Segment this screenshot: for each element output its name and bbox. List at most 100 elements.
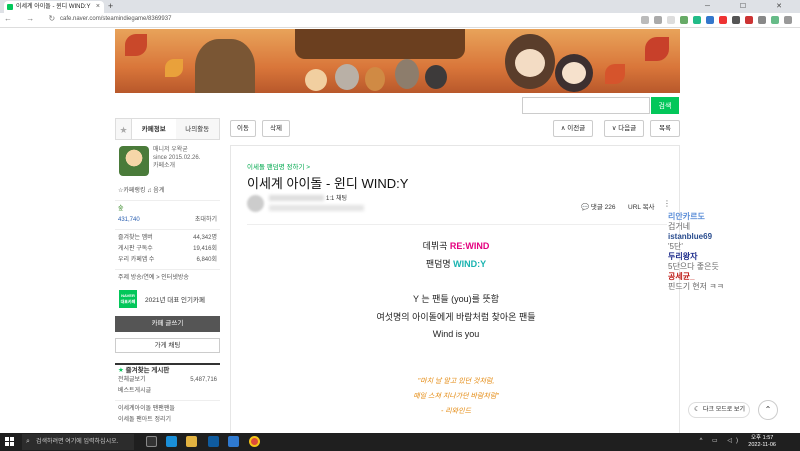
move-button[interactable]: 이동 xyxy=(230,120,256,137)
tab-my-activity[interactable]: 나의활동 xyxy=(176,119,220,139)
cafe-search-input[interactable] xyxy=(522,97,650,114)
animal-character xyxy=(335,64,359,90)
dark-mode-button[interactable]: ☾ 다크 모드로 보기 xyxy=(688,402,750,418)
extension-icon[interactable] xyxy=(745,16,753,24)
favorite-boards-header: ★ 즐겨찾는 게시판 xyxy=(115,363,220,375)
cafe-chat-button[interactable]: 가게 채팅 xyxy=(115,338,220,353)
windows-taskbar: ⌕ 검색하려면 여기에 입력하십시오. ^ ▭ ◁) 오후 1:57 2022-… xyxy=(0,433,800,451)
author-avatar[interactable] xyxy=(247,195,264,212)
menu-icon[interactable] xyxy=(784,16,792,24)
extensions-puzzle-icon[interactable] xyxy=(758,16,766,24)
body-text-line: Y 는 팬들 (you)를 뜻함 xyxy=(412,294,500,304)
article-panel: 이세돌 팬덤명 정하기 > 이세계 아이돌 - 윈디 WIND:Y 1:1 채팅… xyxy=(230,145,680,445)
debut-song-value: RE:WIND xyxy=(449,241,490,251)
character-illustration xyxy=(195,39,255,93)
comment-count-link[interactable]: 💬 댓글 226 xyxy=(581,201,616,211)
chat-message: '5단' xyxy=(668,242,683,251)
extension-icon[interactable] xyxy=(732,16,740,24)
members-count: 431,740 xyxy=(118,217,140,223)
browser-tab[interactable]: 이세계 아이돌 - 윈디 WIND:Y × xyxy=(4,1,104,13)
author-name[interactable] xyxy=(269,195,324,201)
chat-username: 공세균_ xyxy=(668,272,695,281)
windows-start-icon[interactable] xyxy=(5,437,15,447)
file-explorer-icon[interactable] xyxy=(186,436,197,447)
article-toolbar: 이동 삭제 ∧ 이전글 ∨ 다음글 목록 xyxy=(230,120,680,138)
chat-username: 리안카르도 xyxy=(668,212,705,221)
cafe-intro-link[interactable]: 카페소개 xyxy=(153,162,200,170)
cafe-thumbnail[interactable] xyxy=(119,146,149,176)
scroll-top-button[interactable]: ⌃ xyxy=(758,400,778,420)
extension-icon[interactable] xyxy=(706,16,714,24)
url-copy-button[interactable]: URL 복사 xyxy=(628,201,655,211)
share-icon[interactable] xyxy=(654,16,662,24)
quote-line: "마치 날 알고 있던 것처럼, xyxy=(417,378,495,385)
leaf-decoration xyxy=(125,34,147,56)
app-icon[interactable] xyxy=(228,436,239,447)
post-meta xyxy=(269,205,364,211)
nav-buttons[interactable]: ← → ↻ xyxy=(4,14,61,23)
tab-cafe-info[interactable]: 카페정보 xyxy=(132,119,176,139)
edge-icon[interactable] xyxy=(166,436,177,447)
debut-song-line: 데뷔곡 RE:WIND xyxy=(422,241,490,251)
extension-icon[interactable] xyxy=(719,16,727,24)
taskbar-clock[interactable]: 오후 1:57 2022-11-06 xyxy=(748,435,776,449)
naver-badge-icon: NAVER 대표카페 xyxy=(119,290,137,308)
search-button[interactable]: 검색 xyxy=(651,97,679,114)
monkey-face xyxy=(515,49,545,77)
board-link-fan[interactable]: 이세계아이돌 팬팬팬들 xyxy=(115,404,220,415)
extension-icon[interactable] xyxy=(693,16,701,24)
bookmark-star-icon[interactable] xyxy=(667,16,675,24)
fandom-name-value: WIND:Y xyxy=(453,259,487,269)
profile-avatar-icon[interactable] xyxy=(771,16,779,24)
animal-character xyxy=(395,59,419,89)
write-post-button[interactable]: 카페 글쓰기 xyxy=(115,316,220,332)
leaf-decoration xyxy=(605,64,625,84)
url-field[interactable]: cafe.naver.com/steamindiegame/8369937 xyxy=(60,16,171,22)
system-tray[interactable]: ^ ▭ ◁) xyxy=(700,437,742,444)
sidebar-tabs: ★ 카페정보 나의활동 xyxy=(115,118,220,140)
window-controls[interactable]: ─ ☐ ✕ xyxy=(705,0,796,13)
board-link-best[interactable]: 베스트게시글 xyxy=(115,386,220,397)
leaf-decoration xyxy=(165,59,183,77)
animal-character xyxy=(425,65,447,89)
browser-tab-bar: 이세계 아이돌 - 윈디 WIND:Y × + ─ ☐ ✕ xyxy=(0,0,800,13)
cafe-ranking-row[interactable]: ☆카페랭킹 ♫ 음계 xyxy=(115,186,220,197)
extension-icons xyxy=(641,16,792,24)
app-v-icon[interactable] xyxy=(208,436,219,447)
cafe-sidebar: ★ 카페정보 나의활동 매니저 우왁굳 since 2015.02.26. 카페… xyxy=(115,118,220,438)
next-post-button[interactable]: ∨ 다음글 xyxy=(604,120,644,137)
chrome-icon[interactable] xyxy=(249,436,260,447)
chat-link[interactable]: 1:1 채팅 xyxy=(326,193,347,202)
favorite-star-icon[interactable]: ★ xyxy=(116,119,132,139)
chat-message: 5단으다 좋은듯 xyxy=(668,262,719,271)
list-button[interactable]: 목록 xyxy=(650,120,680,137)
extension-icon[interactable] xyxy=(680,16,688,24)
tab-close-icon[interactable]: × xyxy=(96,1,100,13)
cafe-profile: 매니저 우왁굳 since 2015.02.26. 카페소개 xyxy=(115,146,220,186)
tab-title: 이세계 아이돌 - 윈디 WIND:Y xyxy=(16,4,91,10)
invite-link[interactable]: 초대하기 xyxy=(195,215,217,226)
chat-message: 겁거네 xyxy=(668,222,691,231)
more-options-icon[interactable]: ⋮ xyxy=(663,199,671,208)
chat-username: istanblue69 xyxy=(668,232,713,241)
quote-attribution: - 리와인드 xyxy=(440,408,472,415)
zoom-icon[interactable] xyxy=(641,16,649,24)
board-link-fanart[interactable]: 이세돌 팬아트 정리기 xyxy=(115,415,220,426)
body-text-line: 여섯명의 아이돌에게 바람처럼 찾아온 팬들 xyxy=(376,312,536,322)
cafe-manager[interactable]: 매니저 우왁굳 xyxy=(153,146,200,154)
popular-cafe-badge: NAVER 대표카페 2021년 대표 인기카페 xyxy=(115,288,220,310)
naver-cafe-favicon-icon xyxy=(7,4,13,10)
stat-row: 우리 카페앱 수 6,840회 xyxy=(118,257,217,263)
taskbar-search[interactable]: ⌕ 검색하려면 여기에 입력하십시오. xyxy=(22,434,134,450)
badge-text: 2021년 대표 인기카페 xyxy=(145,297,205,304)
quote-line: 매일 스쳐 지나가던 바람처럼" xyxy=(413,393,499,400)
cafe-level-row: 숲 xyxy=(115,204,220,215)
topic-row[interactable]: 주제 방송/연예 > 인터넷방송 xyxy=(115,273,220,284)
prev-post-button[interactable]: ∧ 이전글 xyxy=(553,120,593,137)
delete-button[interactable]: 삭제 xyxy=(262,120,290,137)
board-link[interactable]: 이세돌 팬덤명 정하기 > xyxy=(247,161,310,171)
cortana-icon[interactable] xyxy=(146,436,157,447)
stat-row: 즐겨찾는 멤버 44,342명 xyxy=(118,235,217,241)
new-tab-button[interactable]: + xyxy=(108,0,113,13)
cafe-banner-image[interactable] xyxy=(115,29,680,93)
